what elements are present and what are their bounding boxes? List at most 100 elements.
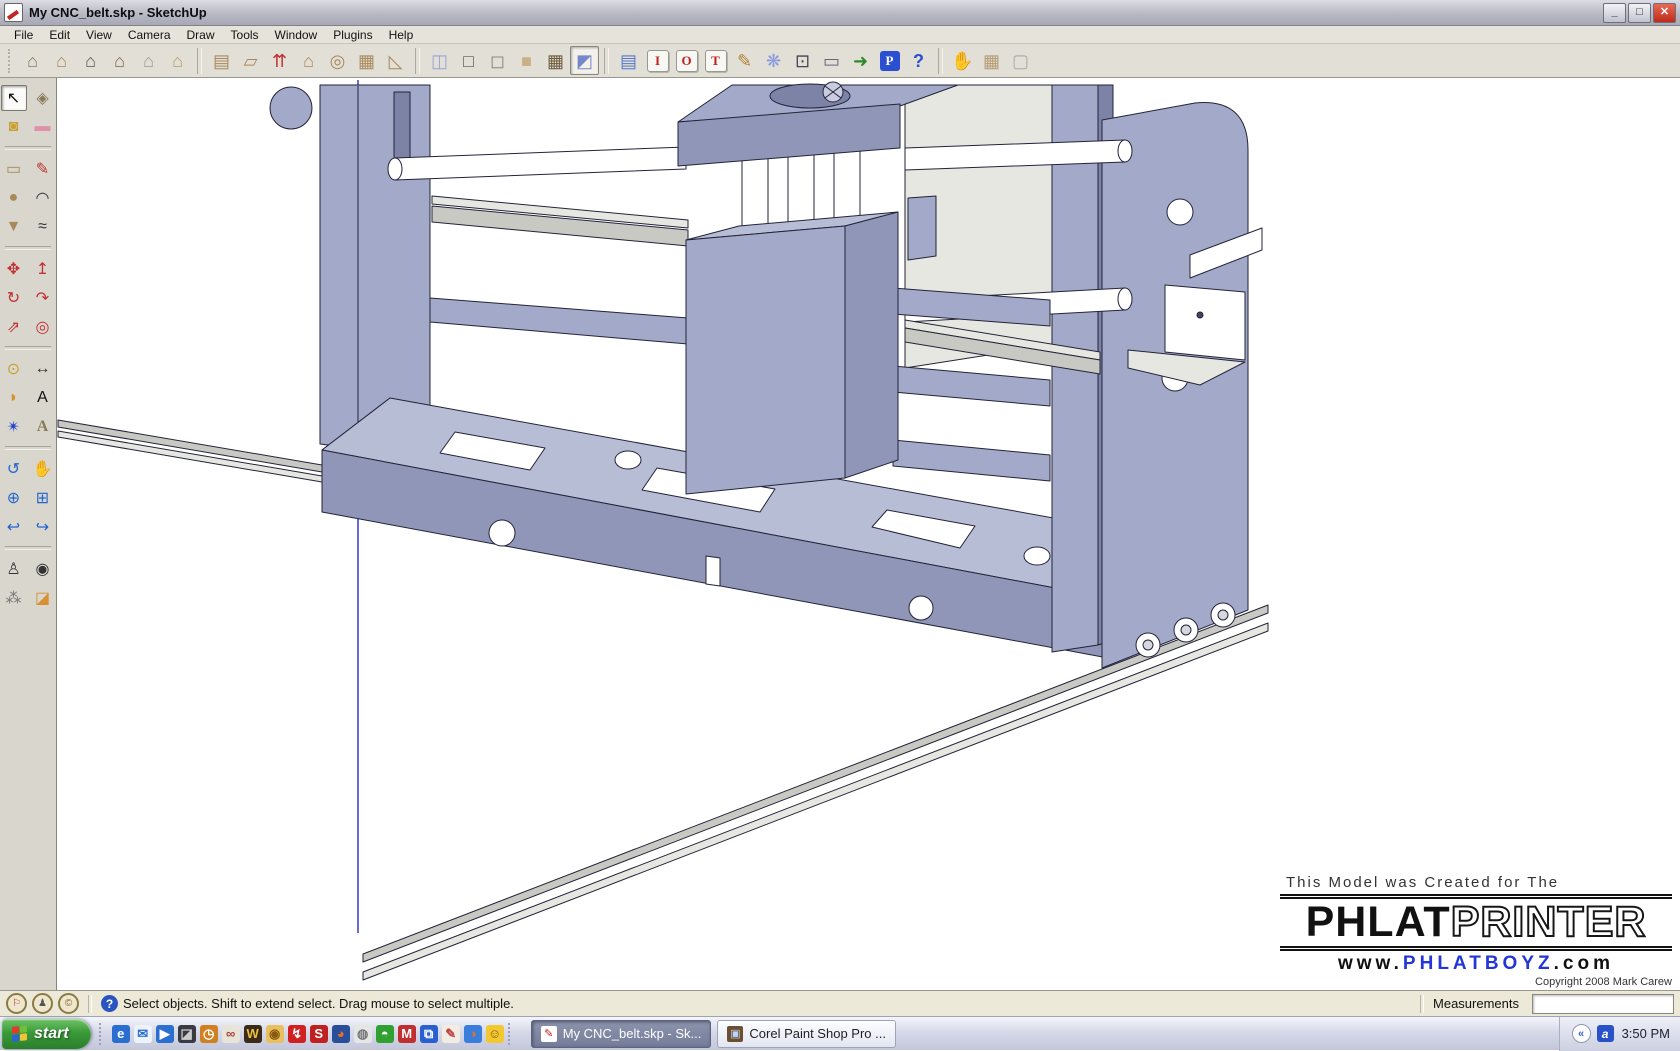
eraser-tool[interactable]: ▬ [30, 114, 56, 140]
orbit-tool[interactable]: ↺ [1, 456, 27, 482]
page-disabled-button[interactable]: ▢ [1006, 46, 1035, 75]
zoom-previous-tool[interactable]: ↩ [1, 514, 27, 540]
offset-tool[interactable]: ◎ [30, 314, 56, 340]
plugin-inside-button[interactable]: I [643, 46, 672, 75]
axes-tool[interactable]: ✴ [1, 414, 27, 440]
push-pull-tool[interactable]: ↥ [30, 256, 56, 282]
plugin-marquee-button[interactable]: ▭ [817, 46, 846, 75]
menu-view[interactable]: View [78, 27, 120, 43]
task-sketchup[interactable]: ✎ My CNC_belt.skp - Sk... [531, 1020, 712, 1048]
tray-app-icon[interactable]: a [1597, 1025, 1614, 1042]
menu-tools[interactable]: Tools [223, 27, 267, 43]
browser-ball-icon[interactable]: ◑ [464, 1025, 482, 1043]
cd-burner-icon[interactable]: ◍ [354, 1025, 372, 1043]
plugin-pd-button[interactable]: P [875, 46, 904, 75]
dimension-tool[interactable]: ↔ [30, 356, 56, 382]
wow-icon[interactable]: W [244, 1025, 262, 1043]
arc-tool[interactable]: ◠ [30, 185, 56, 211]
photo-app-icon[interactable]: ◪ [178, 1025, 196, 1043]
zoom-next-tool[interactable]: ↪ [30, 514, 56, 540]
rectangle-tool[interactable]: ▭ [1, 156, 27, 182]
pan-hand-button[interactable]: ✋ [948, 46, 977, 75]
right-view-button[interactable]: ⌂ [105, 46, 134, 75]
cnc-machine-model[interactable] [270, 82, 1262, 668]
walk-tool[interactable]: ⁂ [1, 585, 27, 611]
sandbox-stamp-button[interactable]: ⌂ [294, 46, 323, 75]
plugin-outside-button[interactable]: O [672, 46, 701, 75]
back-view-button[interactable]: ⌂ [134, 46, 163, 75]
measurements-input[interactable] [1532, 994, 1674, 1014]
file-manager-icon[interactable]: ⧉ [420, 1025, 438, 1043]
status-help-icon[interactable]: ? [101, 995, 118, 1012]
freehand-tool[interactable]: ≈ [30, 214, 56, 240]
menu-file[interactable]: File [6, 27, 41, 43]
pan-tool[interactable]: ✋ [30, 456, 56, 482]
plugin-pen-button[interactable]: ✎ [730, 46, 759, 75]
tape-measure-tool[interactable]: ⊙ [1, 356, 27, 382]
credits-icon[interactable]: © [58, 993, 79, 1014]
monochrome-style-button[interactable]: ◩ [570, 46, 599, 75]
clock-app-icon[interactable]: ◷ [200, 1025, 218, 1043]
left-view-button[interactable]: ⌂ [163, 46, 192, 75]
scale-tool[interactable]: ⇗ [1, 314, 27, 340]
menu-plugins[interactable]: Plugins [325, 27, 380, 43]
front-view-button[interactable]: ⌂ [76, 46, 105, 75]
quick-launch-handle[interactable] [508, 1023, 514, 1045]
polygon-tool[interactable]: ▼ [1, 214, 27, 240]
media-player-icon[interactable]: ▶ [156, 1025, 174, 1043]
model-viewport[interactable]: This Model was Created for The PHLATPRIN… [57, 78, 1680, 990]
task-paint-shop-pro[interactable]: ▣ Corel Paint Shop Pro ... [717, 1020, 896, 1048]
sandbox-flip-edge-button[interactable]: ◺ [381, 46, 410, 75]
toolbar-grip[interactable] [8, 49, 14, 73]
make-component-tool[interactable]: ◈ [30, 85, 56, 111]
plugin-center-point-button[interactable]: ❋ [759, 46, 788, 75]
xray-style-button[interactable]: ◫ [425, 46, 454, 75]
menu-window[interactable]: Window [267, 27, 326, 43]
gold-badge-icon[interactable]: ◉ [266, 1025, 284, 1043]
sandbox-smoove-button[interactable]: ⇈ [265, 46, 294, 75]
maximize-button[interactable]: □ [1628, 3, 1651, 23]
internet-explorer-icon[interactable]: e [112, 1025, 130, 1043]
sandbox-add-detail-button[interactable]: ▦ [352, 46, 381, 75]
minimize-button[interactable]: _ [1603, 3, 1626, 23]
follow-me-tool[interactable]: ↷ [30, 285, 56, 311]
quick-launch-handle[interactable] [99, 1023, 105, 1045]
messenger-smiley-icon[interactable]: ☺ [486, 1025, 504, 1043]
move-tool[interactable]: ✥ [1, 256, 27, 282]
firefox-icon[interactable]: ◕ [332, 1025, 350, 1043]
power-app-icon[interactable]: ◓ [376, 1025, 394, 1043]
shaded-textures-style-button[interactable]: ▦ [541, 46, 570, 75]
hidden-line-style-button[interactable]: ◻ [483, 46, 512, 75]
plugin-tabs-button[interactable]: T [701, 46, 730, 75]
plugin-select-brackets-button[interactable]: ⊡ [788, 46, 817, 75]
model-owner-icon[interactable]: ♟ [32, 993, 53, 1014]
rotate-tool[interactable]: ↻ [1, 285, 27, 311]
section-plane-tool[interactable]: ◪ [30, 585, 56, 611]
link-app-icon[interactable]: ∞ [222, 1025, 240, 1043]
sandbox-from-scratch-button[interactable]: ▱ [236, 46, 265, 75]
plugin-export-gcode-button[interactable]: ➜ [846, 46, 875, 75]
close-button[interactable]: ✕ [1653, 3, 1676, 23]
menu-camera[interactable]: Camera [120, 27, 179, 43]
sandbox-from-contours-button[interactable]: ▤ [207, 46, 236, 75]
position-camera-tool[interactable]: ♙ [1, 556, 27, 582]
start-button[interactable]: start [2, 1019, 91, 1049]
shaded-style-button[interactable]: ■ [512, 46, 541, 75]
zoom-tool[interactable]: ⊕ [1, 485, 27, 511]
menu-draw[interactable]: Draw [179, 27, 223, 43]
tray-collapse-chevron[interactable]: « [1572, 1024, 1591, 1043]
select-tool[interactable]: ↖ [1, 85, 27, 111]
zoom-window-tool[interactable]: ⊞ [30, 485, 56, 511]
sketchup-launcher-icon[interactable]: S [310, 1025, 328, 1043]
geolocate-icon[interactable]: ⚐ [6, 993, 27, 1014]
plugin-dialog-button[interactable]: ▤ [614, 46, 643, 75]
sandbox-drape-button[interactable]: ◎ [323, 46, 352, 75]
menu-edit[interactable]: Edit [41, 27, 78, 43]
protractor-tool[interactable]: ◗ [1, 385, 27, 411]
mail-icon[interactable]: ✉ [134, 1025, 152, 1043]
menu-help[interactable]: Help [381, 27, 422, 43]
pencil-app-icon[interactable]: ✎ [442, 1025, 460, 1043]
iso-view-button[interactable]: ⌂ [18, 46, 47, 75]
m-app-icon[interactable]: M [398, 1025, 416, 1043]
look-around-tool[interactable]: ◉ [30, 556, 56, 582]
